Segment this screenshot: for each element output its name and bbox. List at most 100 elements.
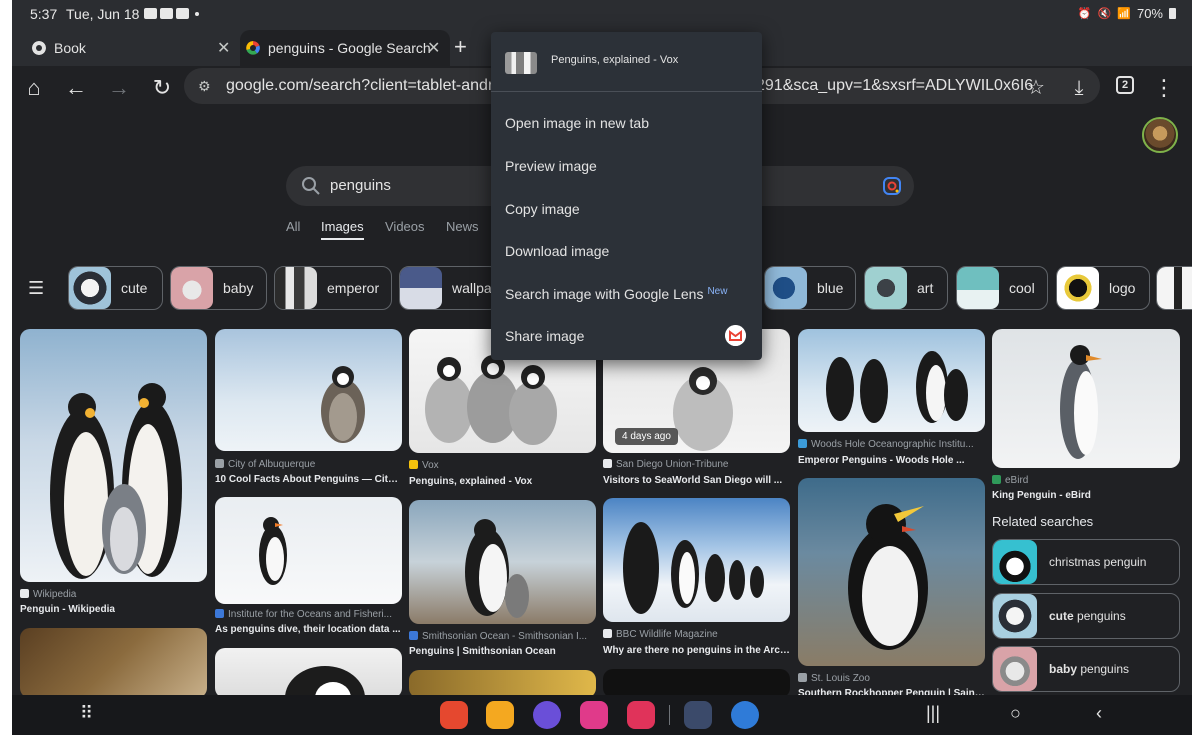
menu-search-with-lens[interactable]: Search image with Google Lens New (505, 286, 727, 302)
chip-emperor[interactable]: emperor (274, 266, 392, 310)
image-result[interactable] (798, 329, 985, 432)
image-result[interactable] (20, 628, 207, 698)
vox-icon (409, 460, 418, 469)
image-result[interactable] (798, 478, 985, 666)
related-search-item[interactable]: christmas penguin (992, 539, 1180, 585)
chip-thumbnail (69, 267, 111, 309)
close-tab-icon[interactable]: ✕ (427, 38, 440, 58)
alarm-icon: ⏰ (1077, 8, 1092, 20)
screen: 5:37 Tue, Jun 18 ⏰ 🔇 📶 70% Book ✕ pengui… (12, 0, 1192, 735)
result-title[interactable]: Penguin - Wikipedia (20, 604, 207, 615)
tab-google-search[interactable]: penguins - Google Search ✕ (240, 30, 450, 66)
mute-icon: 🔇 (1097, 8, 1112, 20)
filter-tune-icon[interactable]: ☰ (28, 278, 44, 299)
back-button[interactable]: ‹ (1096, 703, 1102, 724)
result-source: City of Albuquerque (215, 459, 402, 470)
result-title[interactable]: King Penguin - eBird (992, 490, 1180, 501)
menu-open-image-new-tab[interactable]: Open image in new tab (505, 115, 649, 131)
settings-app-icon[interactable] (684, 701, 712, 729)
gallery-app-icon[interactable] (580, 701, 608, 729)
source-favicon-icon (798, 439, 807, 448)
messages-app-icon[interactable] (731, 701, 759, 729)
gmail-icon[interactable] (725, 325, 746, 346)
image-result[interactable] (215, 648, 402, 698)
back-arrow-icon[interactable]: ← (62, 74, 90, 102)
account-avatar[interactable] (1142, 117, 1178, 153)
result-source: Wikipedia (20, 589, 207, 600)
related-label: christmas penguin (1049, 555, 1147, 569)
tab-news[interactable]: News (446, 219, 479, 234)
image-result[interactable] (20, 329, 207, 582)
wikipedia-icon (20, 589, 29, 598)
image-result[interactable] (409, 670, 596, 698)
result-title[interactable]: Emperor Penguins - Woods Hole ... (798, 455, 985, 466)
chip-more[interactable] (1156, 266, 1192, 310)
site-settings-icon[interactable]: ⚙ (198, 68, 211, 104)
dock-divider (669, 705, 670, 725)
menu-download-image[interactable]: Download image (505, 243, 609, 259)
menu-share-image[interactable]: Share image (505, 328, 584, 344)
forward-arrow-icon[interactable]: → (105, 74, 133, 102)
more-menu-icon[interactable]: ⋮ (1150, 74, 1178, 102)
tab-images[interactable]: Images (321, 219, 364, 240)
home-icon[interactable]: ⌂ (20, 74, 48, 102)
camera-app-icon[interactable] (627, 701, 655, 729)
result-title[interactable]: Penguins | Smithsonian Ocean (409, 646, 596, 657)
chip-baby[interactable]: baby (170, 266, 267, 310)
source-favicon-icon (603, 629, 612, 638)
chip-wallpaper[interactable]: wallpa (399, 266, 499, 310)
image-result[interactable] (215, 329, 402, 451)
home-button[interactable]: ○ (1010, 703, 1021, 724)
chip-blue[interactable]: blue (764, 266, 856, 310)
king-penguin-image (1060, 345, 1102, 459)
chip-cool[interactable]: cool (956, 266, 1048, 310)
chip-label: art (917, 280, 934, 296)
files-app-icon[interactable] (486, 701, 514, 729)
tab-all[interactable]: All (286, 219, 300, 234)
related-thumbnail (993, 647, 1037, 691)
related-search-item[interactable]: cute penguins (992, 593, 1180, 639)
menu-preview-image[interactable]: Preview image (505, 158, 597, 174)
chip-cute[interactable]: cute (68, 266, 163, 310)
chip-thumbnail (765, 267, 807, 309)
tab-switcher-button[interactable]: 2 (1116, 76, 1134, 94)
related-search-item[interactable]: baby penguins (992, 646, 1180, 692)
new-tab-button[interactable]: + (454, 34, 467, 60)
chip-logo[interactable]: logo (1056, 266, 1150, 310)
image-result[interactable] (992, 329, 1180, 468)
image-result[interactable] (603, 669, 790, 698)
context-menu-header: Penguins, explained - Vox (491, 32, 762, 92)
chip-art[interactable]: art (864, 266, 948, 310)
result-title[interactable]: Why are there no penguins in the Arcti..… (603, 645, 790, 656)
image-result[interactable] (409, 500, 596, 624)
app-drawer-icon[interactable]: ⠿ (80, 703, 93, 724)
search-input[interactable]: penguins (330, 166, 391, 206)
status-right: ⏰ 🔇 📶 70% (1078, 6, 1176, 21)
notes-app-icon[interactable] (440, 701, 468, 729)
recents-button[interactable]: ||| (926, 703, 940, 724)
tab-book[interactable]: Book ✕ (32, 30, 232, 66)
result-title[interactable]: Visitors to SeaWorld San Diego will ... (603, 475, 790, 486)
penguin-colony-image (623, 522, 764, 614)
internet-app-icon[interactable] (533, 701, 561, 729)
url-text: google.com/search?client=tablet-android- (226, 77, 520, 94)
result-source: Smithsonian Ocean - Smithsonian I... (409, 631, 596, 642)
image-context-menu: Penguins, explained - Vox Open image in … (491, 32, 762, 360)
google-lens-icon[interactable] (882, 176, 902, 196)
result-title[interactable]: 10 Cool Facts About Penguins — City ... (215, 474, 402, 485)
bookmark-star-icon[interactable]: ☆ (1022, 74, 1050, 102)
result-title[interactable]: As penguins dive, their location data ..… (215, 624, 402, 635)
close-tab-icon[interactable]: ✕ (217, 38, 230, 58)
status-date: Tue, Jun 18 (66, 6, 140, 22)
tab-videos[interactable]: Videos (385, 219, 425, 234)
related-label: cute penguins (1049, 609, 1126, 623)
download-icon[interactable]: ⤓ (1065, 74, 1093, 102)
reload-icon[interactable]: ↻ (148, 74, 176, 102)
battery-icon (1169, 8, 1176, 19)
menu-copy-image[interactable]: Copy image (505, 201, 580, 217)
image-result[interactable] (603, 498, 790, 622)
wifi-icon: 📶 (1117, 8, 1131, 20)
result-title[interactable]: Penguins, explained - Vox (409, 476, 596, 487)
source-favicon-icon (603, 459, 612, 468)
image-result[interactable] (215, 497, 402, 604)
